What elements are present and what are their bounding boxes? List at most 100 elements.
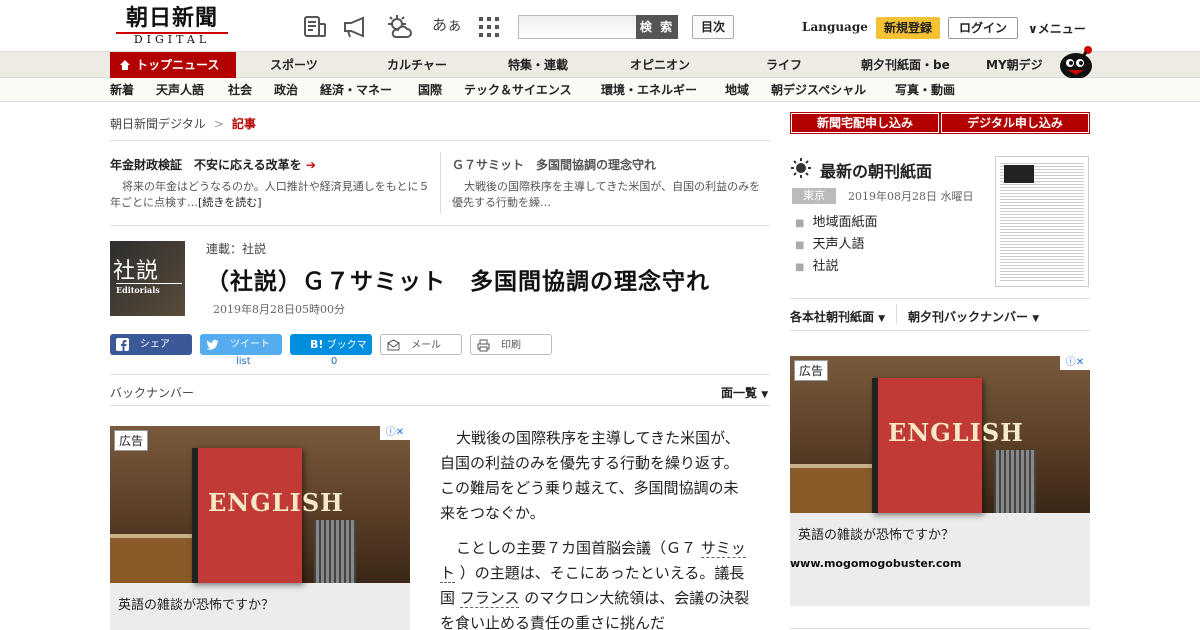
latest-edition-title[interactable]: 最新の朝刊紙面 <box>820 158 932 182</box>
backnumber-dropdown[interactable]: 朝夕刊バックナンバー ▼ <box>908 308 1039 325</box>
sun-icon <box>791 158 811 178</box>
megaphone-icon[interactable] <box>342 14 368 40</box>
series-label[interactable]: 連載：社説 <box>206 240 266 257</box>
ad-old-book <box>110 534 192 583</box>
ad-english-book: ENGLISH <box>872 378 1023 513</box>
ad-banner-right[interactable]: ENGLISH 広告 ⓘ✕ 英語の雑談が恐怖ですか？ www.mogomogob… <box>790 356 1090 606</box>
ad-caption[interactable]: 英語の雑談が恐怖ですか？ <box>798 524 954 543</box>
ad-image: ENGLISH <box>110 426 410 583</box>
page: 朝日新聞 DIGITAL あぁ 検 索 目次 Language 新規登録 ログイ… <box>0 0 1200 630</box>
divider <box>110 140 770 141</box>
edition-link[interactable]: ■ 地域面紙面 <box>795 212 877 234</box>
nav-special[interactable]: 朝デジスペシャル <box>771 78 866 102</box>
ad-book-title: ENGLISH <box>888 418 1024 447</box>
facebook-share-button[interactable]: シェア <box>110 334 192 355</box>
nav-photo-video[interactable]: 写真・動画 <box>895 78 955 102</box>
ad-banner-left[interactable]: ENGLISH 広告 ⓘ✕ 英語の雑談が恐怖ですか？ <box>110 426 410 630</box>
edition-dropdown[interactable]: 各本社朝刊紙面 ▼ <box>790 308 885 325</box>
font-size-icon[interactable]: あぁ <box>432 14 462 35</box>
nav-international[interactable]: 国際 <box>418 78 442 102</box>
printer-icon <box>477 339 490 352</box>
nav-politics[interactable]: 政治 <box>274 78 298 102</box>
site-logo[interactable]: 朝日新聞 DIGITAL <box>116 6 228 48</box>
nav-economy[interactable]: 経済・マネー <box>320 78 392 102</box>
tweet-button[interactable]: ツイート <box>200 334 282 355</box>
edition-link[interactable]: ■ 天声人語 <box>795 234 877 256</box>
menu-button[interactable]: ∨メニュー <box>1028 20 1086 37</box>
divider <box>790 628 1090 629</box>
nav-top-news-label: トップニュース <box>136 58 220 72</box>
nav-region[interactable]: 地域 <box>725 78 749 102</box>
subscribe-digital-button[interactable]: デジタル申し込み <box>940 112 1090 134</box>
toc-button[interactable]: 目次 <box>692 15 734 39</box>
chevron-down-icon: ∨ <box>1028 22 1038 36</box>
backnumber-label[interactable]: バックナンバー <box>110 384 194 401</box>
nav-tech-science[interactable]: テック＆サイエンス <box>464 78 572 102</box>
mascot-icon[interactable] <box>1056 44 1094 80</box>
ad-url[interactable]: www.mogomogobuster.com <box>790 557 961 570</box>
grid-menu-icon[interactable] <box>476 14 502 40</box>
nav-life[interactable]: ライフ <box>766 52 802 78</box>
divider <box>896 304 897 324</box>
keyword-link-france[interactable]: フランス <box>459 589 520 608</box>
article-paragraph: 大戦後の国際秩序を主導してきた米国が、自国の利益のみを優先する行動を繰り返す。こ… <box>440 429 740 522</box>
divider <box>440 152 441 214</box>
nav-culture[interactable]: カルチャー <box>387 52 447 78</box>
ad-choices-icon[interactable]: ⓘ✕ <box>380 426 410 440</box>
ad-pen-cup <box>994 450 1036 513</box>
nav-features[interactable]: 特集・連載 <box>508 52 568 78</box>
logo-en: DIGITAL <box>116 32 228 47</box>
search-button[interactable]: 検 索 <box>636 15 678 39</box>
nav-my-asahi[interactable]: MY朝デジ <box>986 52 1043 78</box>
nav-latest[interactable]: 新着 <box>110 78 134 102</box>
nav-newspaper[interactable]: 朝夕刊紙面・be <box>861 52 950 78</box>
logo-rule <box>116 32 228 34</box>
login-button[interactable]: ログイン <box>948 17 1018 39</box>
newspaper-headline-block <box>1004 165 1034 183</box>
nav-society[interactable]: 社会 <box>228 78 252 102</box>
teaser-g7[interactable]: Ｇ７サミット 多国間協調の理念守れ 大戦後の国際秩序を主導してきた米国が、自国の… <box>452 156 766 211</box>
nav-environment[interactable]: 環境・エネルギー <box>601 78 697 102</box>
ad-caption[interactable]: 英語の雑談が恐怖ですか？ <box>118 594 274 613</box>
nav-sports[interactable]: スポーツ <box>270 52 318 78</box>
breadcrumb-home[interactable]: 朝日新聞デジタル <box>110 117 206 131</box>
ad-choices-icon[interactable]: ⓘ✕ <box>1060 356 1090 370</box>
hatena-icon: B! <box>310 338 324 351</box>
hatena-bookmark-button[interactable]: B! ブックマーク <box>290 334 372 372</box>
secondary-nav: 新着 天声人語 社会 政治 経済・マネー 国際 テック＆サイエンス 環境・エネル… <box>0 78 1200 102</box>
ad-tag: 広告 <box>794 360 829 381</box>
mail-button[interactable]: メール <box>380 334 462 355</box>
teaser-body: 将来の年金はどうなるのか。人口推計や経済見通しをもとに５年ごとに点検す…[続きを… <box>110 180 430 209</box>
teaser-pension[interactable]: 年金財政検証 不安に応える改革を ➔ 将来の年金はどうなるのか。人口推計や経済見… <box>110 156 430 211</box>
ad-pen-cup <box>314 520 356 583</box>
search-input[interactable] <box>518 15 636 39</box>
language-link[interactable]: Language <box>802 20 868 34</box>
teaser-title[interactable]: Ｇ７サミット 多国間協調の理念守れ <box>452 156 766 173</box>
menu-label: メニュー <box>1037 22 1086 36</box>
edition-link[interactable]: ■ 社説 <box>795 256 877 278</box>
print-button[interactable]: 印刷 <box>470 334 552 355</box>
nav-top-news[interactable]: トップニュース <box>110 52 236 78</box>
weather-icon[interactable] <box>386 14 412 40</box>
editorial-thumbnail[interactable]: 社説 Editorials <box>110 241 185 316</box>
register-button[interactable]: 新規登録 <box>876 17 940 39</box>
twitter-icon <box>206 339 219 350</box>
triangle-down-icon: ▼ <box>761 390 769 400</box>
ad-image: ENGLISH <box>790 356 1090 513</box>
nav-opinion[interactable]: オピニオン <box>630 52 690 78</box>
bookmark-count[interactable]: 0 <box>331 356 337 367</box>
tweet-count[interactable]: list <box>236 356 251 367</box>
teaser-title[interactable]: 年金財政検証 不安に応える改革を ➔ <box>110 156 430 173</box>
subscribe-paper-button[interactable]: 新聞宅配申し込み <box>790 112 940 134</box>
newspaper-thumbnail[interactable] <box>995 156 1089 287</box>
region-badge: 東京 <box>792 188 836 204</box>
nav-tensei-jingo[interactable]: 天声人語 <box>156 78 204 102</box>
newspaper-icon[interactable] <box>302 14 328 40</box>
mail-icon <box>387 339 400 351</box>
site-header: 朝日新聞 DIGITAL あぁ 検 索 目次 Language 新規登録 ログイ… <box>0 0 1200 52</box>
read-more-link[interactable]: [続きを読む] <box>198 196 262 209</box>
divider <box>790 298 1090 299</box>
page-list-dropdown[interactable]: 面一覧 ▼ <box>721 384 768 401</box>
ad-tag: 広告 <box>114 430 149 451</box>
breadcrumb-current: 記事 <box>231 117 256 131</box>
